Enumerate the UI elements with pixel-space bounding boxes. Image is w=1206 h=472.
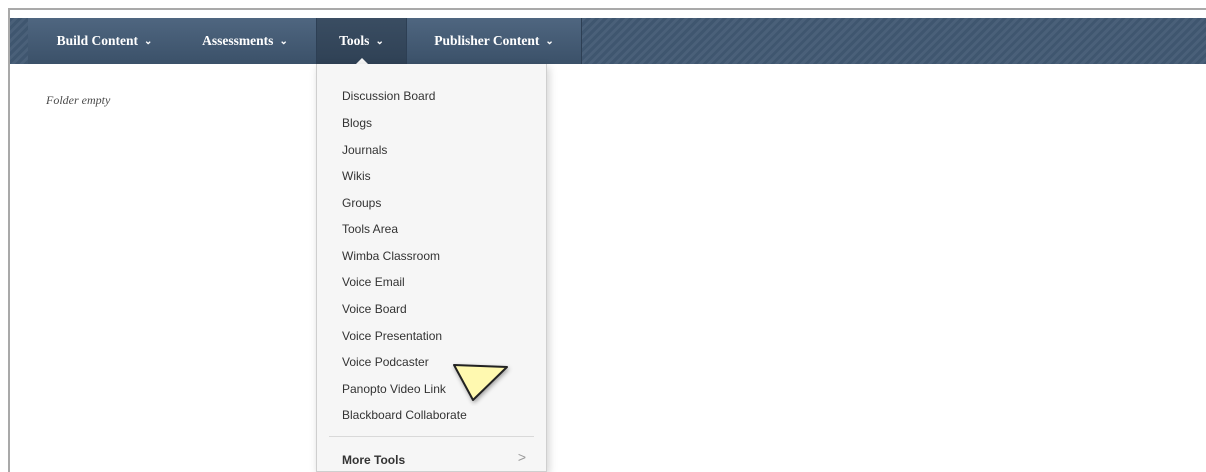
menu-item-wikis[interactable]: Wikis [342, 169, 371, 183]
menu-item-tools-area[interactable]: Tools Area [342, 222, 398, 236]
build-content-menu[interactable]: Build Content ⌄ [28, 18, 182, 64]
menu-item-groups[interactable]: Groups [342, 196, 381, 210]
tools-menu[interactable]: Tools ⌄ [317, 18, 407, 65]
build-content-label: Build Content [56, 33, 138, 48]
menu-item-voice-board[interactable]: Voice Board [342, 302, 407, 316]
menu-divider [329, 436, 534, 437]
chevron-down-icon: ⌄ [144, 36, 153, 47]
tools-label: Tools [339, 33, 370, 48]
menu-item-wimba-classroom[interactable]: Wimba Classroom [342, 249, 440, 263]
chevron-right-icon: > [517, 449, 526, 465]
publisher-content-menu[interactable]: Publisher Content ⌄ [407, 18, 582, 64]
publisher-content-label: Publisher Content [434, 33, 540, 48]
menu-item-more-tools[interactable]: More Tools [342, 453, 405, 467]
assessments-label: Assessments [202, 33, 274, 48]
chevron-down-icon: ⌄ [375, 36, 384, 47]
menu-item-panopto-video-link[interactable]: Panopto Video Link [342, 382, 446, 396]
content-frame [8, 8, 1206, 472]
menu-item-journals[interactable]: Journals [342, 143, 387, 157]
tools-dropdown: Discussion Board Blogs Journals Wikis Gr… [316, 64, 547, 472]
course-toolbar: Build Content ⌄ Assessments ⌄ Tools ⌄ Publi… [10, 18, 1206, 65]
assessments-menu[interactable]: Assessments ⌄ [174, 18, 317, 64]
chevron-down-icon: ⌄ [545, 36, 554, 47]
cursor-arrow-icon [453, 364, 508, 401]
menu-item-voice-presentation[interactable]: Voice Presentation [342, 329, 442, 343]
menu-item-blackboard-collaborate[interactable]: Blackboard Collaborate [342, 408, 467, 422]
menu-item-voice-podcaster[interactable]: Voice Podcaster [342, 355, 429, 369]
menu-item-blogs[interactable]: Blogs [342, 116, 372, 130]
chevron-down-icon: ⌄ [279, 36, 288, 47]
menu-item-discussion-board[interactable]: Discussion Board [342, 89, 435, 103]
folder-empty-message: Folder empty [46, 93, 111, 107]
menu-item-voice-email[interactable]: Voice Email [342, 275, 405, 289]
